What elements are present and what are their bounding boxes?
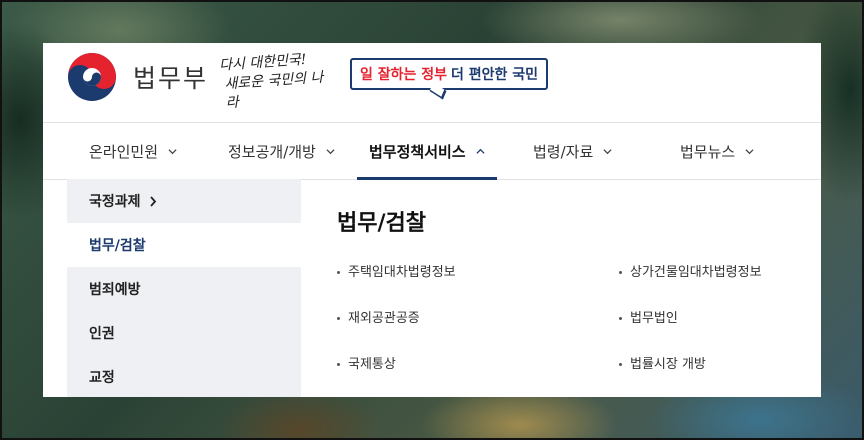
link-label: 상가건물임대차법령정보 (630, 265, 762, 280)
sidebar-item-national-tasks[interactable]: 국정과제 (67, 179, 301, 223)
chevron-down-icon (745, 148, 754, 154)
sidebar-item-crime-prevention[interactable]: 범죄예방 (67, 267, 301, 311)
link-label: 재외공관공증 (348, 311, 420, 326)
link-commercial-lease-law[interactable]: 상가건물임대차법령정보 (619, 261, 762, 280)
link-law-firm[interactable]: 법무법인 (619, 307, 678, 326)
link-overseas-notary[interactable]: 재외공관공증 (337, 307, 420, 326)
nav-item-online-civil[interactable]: 온라인민원 (89, 123, 177, 179)
nav-item-label: 정보공개/개방 (228, 142, 316, 161)
chevron-down-icon (603, 148, 612, 154)
sidebar-item-label: 범죄예방 (89, 282, 141, 298)
link-housing-lease-law[interactable]: 주택임대차법령정보 (337, 261, 456, 280)
bullet-icon (619, 363, 622, 366)
nav-item-label: 법무뉴스 (680, 142, 736, 161)
government-slogan-badge: 일 잘하는 정부 더 편안한 국민 (350, 58, 549, 90)
nav-item-laws-resources[interactable]: 법령/자료 (533, 123, 612, 179)
sidebar-item-human-rights[interactable]: 인권 (67, 311, 301, 355)
content-title: 법무/검찰 (337, 211, 426, 236)
sidebar-item-label: 교정 (89, 370, 115, 386)
bullet-icon (619, 317, 622, 320)
nav-item-policy-services[interactable]: 법무정책서비스 (357, 123, 497, 180)
bullet-icon (337, 317, 340, 320)
nav-item-label: 법령/자료 (533, 142, 594, 161)
chevron-down-icon (168, 148, 177, 154)
slogan-blue-text: 더 편안한 국민 (451, 67, 539, 83)
mega-menu-panel: 법무부 다시 대한민국! 새로운 국민의 나라 일 잘하는 정부 더 편안한 국… (43, 43, 821, 397)
taegeuk-emblem-icon (68, 53, 116, 101)
slogan-red-text: 일 잘하는 정부 (360, 67, 448, 83)
chevron-right-icon (149, 195, 156, 207)
chevron-up-icon (476, 148, 485, 154)
nav-item-label: 법무정책서비스 (369, 142, 466, 161)
submenu-sidebar: 국정과제 법무/검찰 범죄예방 인권 교정 (67, 179, 301, 397)
bullet-icon (337, 363, 340, 366)
link-label: 법무법인 (630, 311, 678, 326)
sidebar-item-corrections[interactable]: 교정 (67, 355, 301, 397)
link-label: 주택임대차법령정보 (348, 265, 456, 280)
bullet-icon (619, 271, 622, 274)
link-legal-market-opening[interactable]: 법률시장 개방 (619, 353, 706, 372)
sidebar-item-label: 국정과제 (89, 194, 141, 210)
link-label: 국제통상 (348, 357, 396, 372)
slogan-line-2: 새로운 국민의 나라 (223, 69, 324, 112)
link-label: 법률시장 개방 (630, 357, 706, 372)
sidebar-item-label: 법무/검찰 (89, 238, 146, 254)
site-header: 법무부 다시 대한민국! 새로운 국민의 나라 일 잘하는 정부 더 편안한 국… (43, 43, 821, 123)
handwritten-slogan: 다시 대한민국! 새로운 국민의 나라 (219, 49, 330, 112)
sidebar-item-justice-prosecution[interactable]: 법무/검찰 (67, 223, 301, 267)
nav-item-news[interactable]: 법무뉴스 (680, 123, 754, 179)
nav-item-label: 온라인민원 (89, 142, 159, 161)
bullet-icon (337, 271, 340, 274)
nav-item-info-disclosure[interactable]: 정보공개/개방 (228, 123, 335, 179)
link-international-trade[interactable]: 국제통상 (337, 353, 396, 372)
main-navigation: 온라인민원 정보공개/개방 법무정책서비스 법령/자료 법무뉴스 (43, 123, 821, 180)
brand-name: 법무부 (133, 64, 209, 93)
chevron-down-icon (326, 148, 335, 154)
sidebar-item-label: 인권 (89, 326, 115, 342)
site-logo[interactable]: 법무부 (67, 51, 208, 103)
